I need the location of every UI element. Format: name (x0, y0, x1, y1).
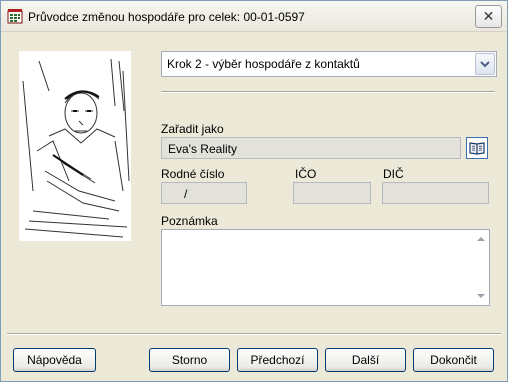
previous-button-label: Předchozí (250, 353, 305, 367)
close-icon: ✕ (482, 8, 495, 24)
address-book-button[interactable] (466, 137, 488, 159)
rodne-cislo-field[interactable]: / (161, 182, 247, 204)
help-button-label: Nápověda (27, 353, 82, 367)
ico-field[interactable] (293, 182, 371, 204)
rodne-cislo-label: Rodné číslo (161, 167, 225, 181)
cancel-button[interactable]: Storno (149, 348, 230, 372)
close-button[interactable]: ✕ (475, 5, 502, 28)
sketch-illustration (19, 51, 131, 241)
rodne-cislo-value: / (184, 187, 188, 201)
app-icon (7, 9, 23, 24)
dic-field[interactable] (382, 182, 489, 204)
chevron-down-icon (480, 61, 490, 68)
wizard-window: Průvodce změnou hospodáře pro celek: 00-… (0, 0, 508, 382)
step-select[interactable]: Krok 2 - výběr hospodáře z kontaktů (161, 51, 497, 77)
dic-label: DIČ (383, 167, 404, 181)
next-button[interactable]: Další (325, 348, 406, 372)
scroll-down-icon[interactable] (477, 294, 485, 298)
zaradit-field[interactable]: Eva's Reality (161, 137, 461, 159)
previous-button[interactable]: Předchozí (237, 348, 318, 372)
scroll-up-icon[interactable] (477, 237, 485, 241)
bottom-separator (7, 333, 501, 335)
poznamka-textarea[interactable] (161, 229, 490, 306)
cancel-button-label: Storno (171, 353, 208, 367)
window-title: Průvodce změnou hospodáře pro celek: 00-… (28, 10, 305, 24)
finish-button-label: Dokončit (430, 353, 477, 367)
separator (161, 91, 495, 93)
zaradit-value: Eva's Reality (168, 142, 237, 156)
title-bar: Průvodce změnou hospodáře pro celek: 00-… (1, 1, 507, 32)
scrollbar[interactable] (473, 230, 489, 305)
help-button[interactable]: Nápověda (13, 348, 96, 372)
dropdown-button[interactable] (475, 53, 495, 75)
finish-button[interactable]: Dokončit (413, 348, 494, 372)
next-button-label: Další (351, 353, 380, 367)
zaradit-label: Zařadit jako (161, 122, 224, 136)
address-book-icon (469, 142, 485, 155)
poznamka-label: Poznámka (161, 214, 218, 228)
step-select-value: Krok 2 - výběr hospodáře z kontaktů (167, 57, 360, 71)
ico-label: IČO (295, 167, 317, 181)
